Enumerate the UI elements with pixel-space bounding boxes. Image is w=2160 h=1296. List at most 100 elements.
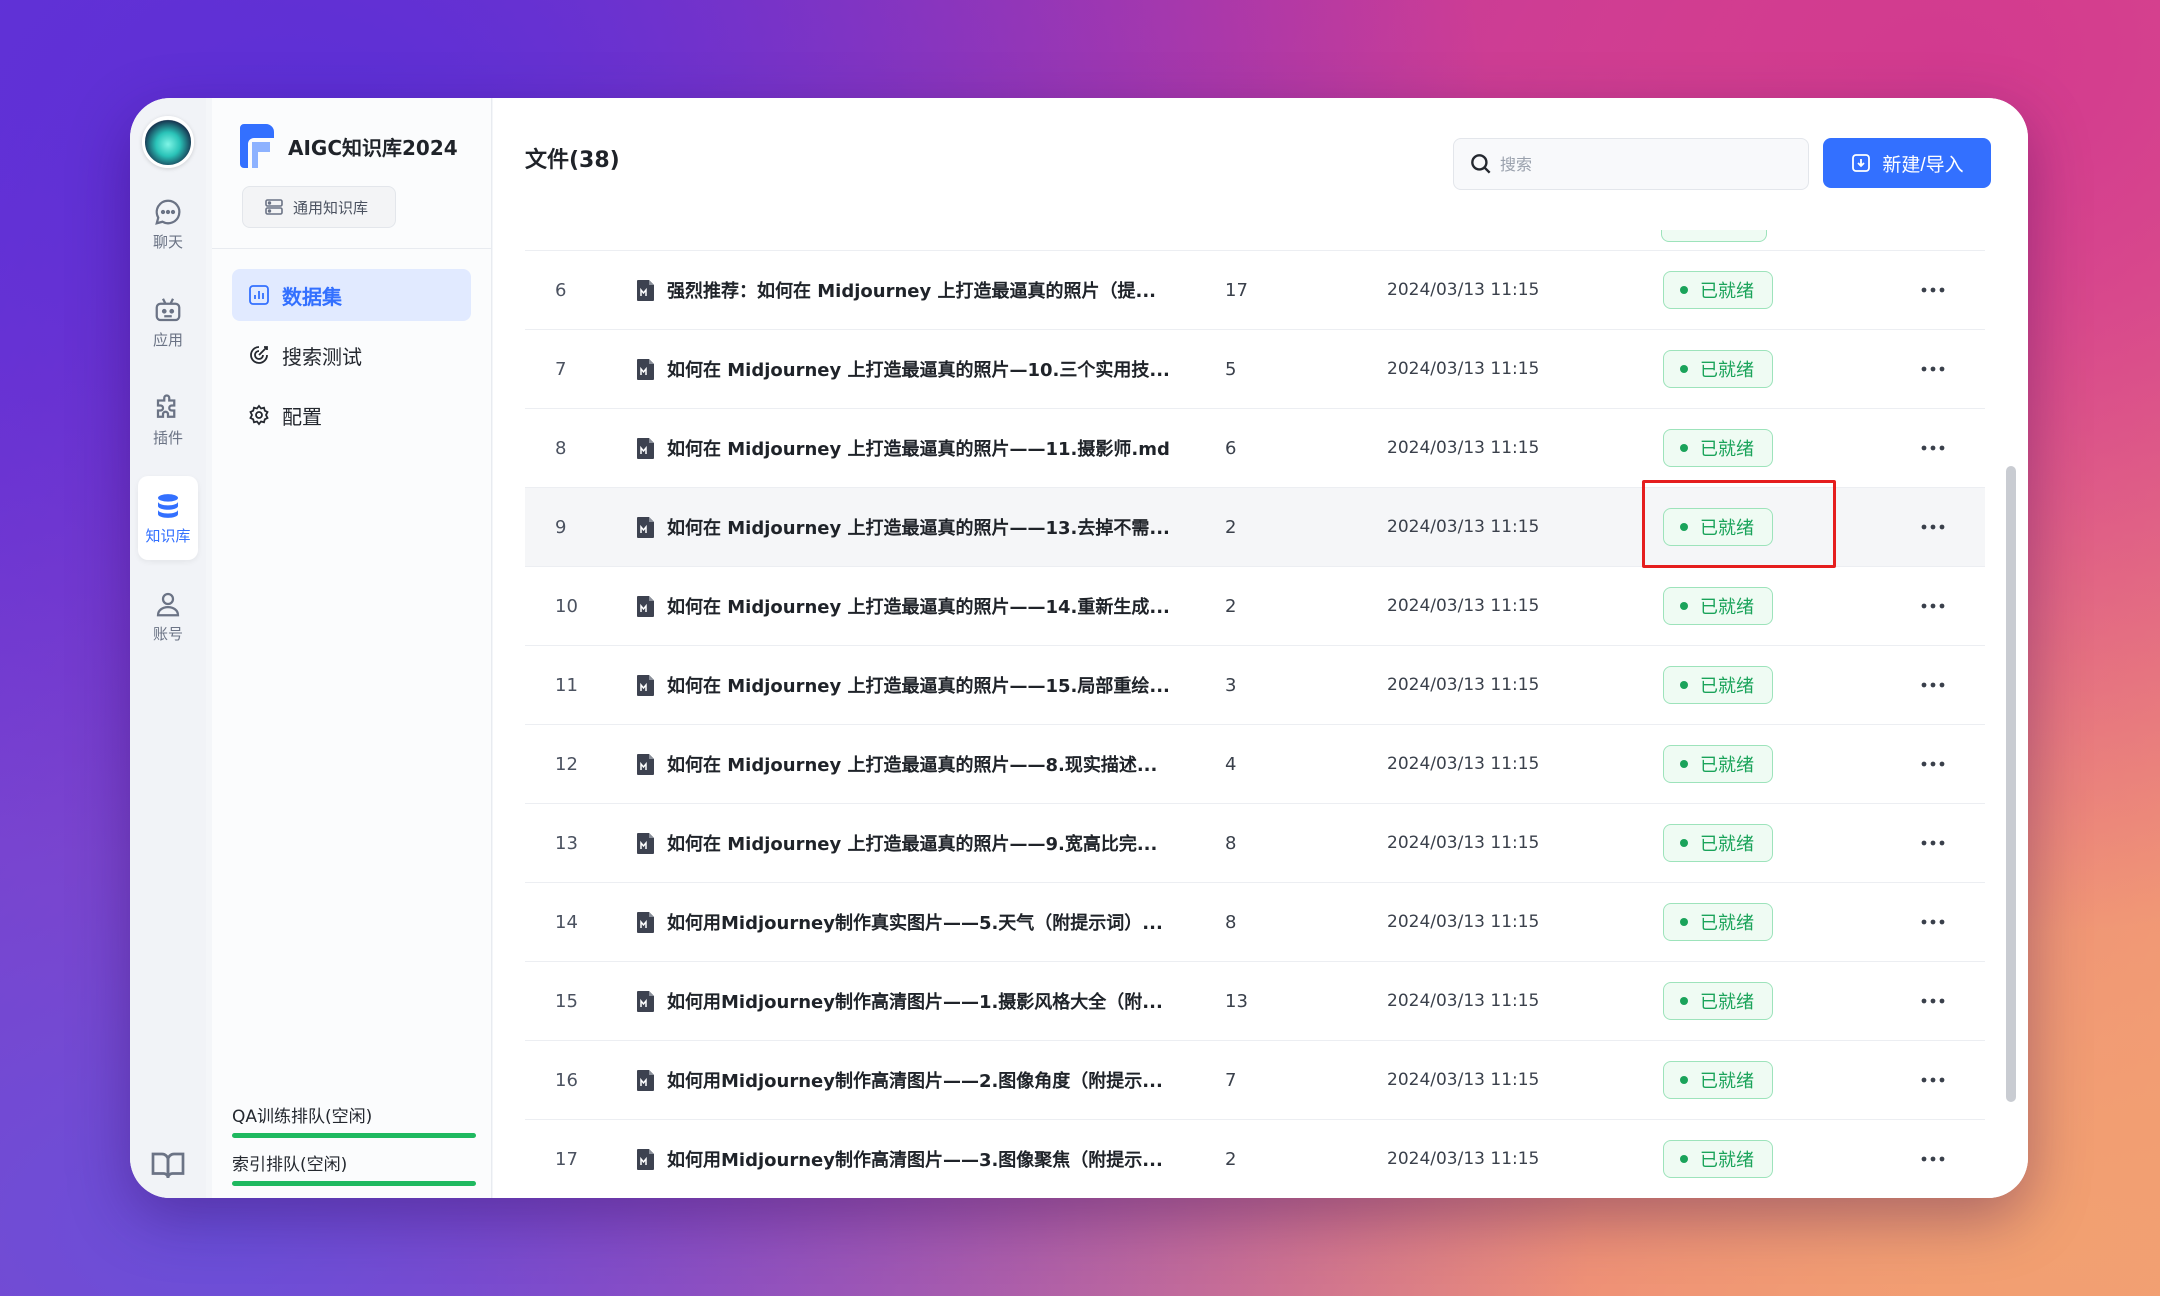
kb-header: AIGC知识库2024 xyxy=(212,98,491,170)
rail-item-plugins[interactable]: 插件 xyxy=(138,378,198,462)
file-name-cell[interactable]: 如何在 Midjourney 上打造最逼真的照片——9.宽高比完... xyxy=(635,830,1215,856)
more-actions-button[interactable] xyxy=(1903,445,1963,451)
file-name-cell[interactable]: 如何在 Midjourney 上打造最逼真的照片——15.局部重绘... xyxy=(635,672,1215,698)
rail-item-account[interactable]: 账号 xyxy=(138,574,198,658)
row-index: 8 xyxy=(555,437,567,459)
more-actions-button[interactable] xyxy=(1903,761,1963,767)
more-icon xyxy=(1921,1077,1945,1083)
search-input[interactable] xyxy=(1500,154,1780,174)
markdown-file-icon xyxy=(637,754,654,775)
more-actions-button[interactable] xyxy=(1903,682,1963,688)
new-import-button[interactable]: 新建/导入 xyxy=(1823,138,1991,188)
more-actions-button[interactable] xyxy=(1903,1156,1963,1162)
index-queue-status: 索引排队(空闲) xyxy=(232,1150,476,1186)
more-actions-button[interactable] xyxy=(1903,840,1963,846)
more-actions-button[interactable] xyxy=(1903,366,1963,372)
status-dot-icon xyxy=(1680,365,1688,373)
more-actions-button[interactable] xyxy=(1903,603,1963,609)
table-row[interactable]: 13 如何在 Midjourney 上打造最逼真的照片——9.宽高比完... 8… xyxy=(525,804,1985,883)
status-label: 已就绪 xyxy=(1700,360,1754,381)
file-name-cell[interactable]: 如何用Midjourney制作真实图片——5.天气（附提示词）... xyxy=(635,909,1215,935)
table-row[interactable]: 6 强烈推荐：如何在 Midjourney 上打造最逼真的照片（提... 17 … xyxy=(525,251,1985,330)
kb-type-tag[interactable]: 通用知识库 xyxy=(242,186,396,228)
upload-time: 2024/03/13 11:15 xyxy=(1387,280,1540,300)
markdown-file-icon xyxy=(637,991,654,1012)
qa-queue-status: QA训练排队(空闲) xyxy=(232,1102,476,1138)
status-cell: 已就绪 xyxy=(1663,271,1903,309)
status-label: 已就绪 xyxy=(1700,1150,1754,1171)
rail-item-label: 知识库 xyxy=(145,526,191,545)
user-avatar[interactable] xyxy=(142,116,194,168)
status-label: 已就绪 xyxy=(1700,992,1754,1013)
row-index: 9 xyxy=(555,516,567,538)
chunk-count: 13 xyxy=(1225,990,1248,1012)
nav-item-datasets[interactable]: 数据集 xyxy=(232,269,471,321)
upload-time: 2024/03/13 11:15 xyxy=(1387,1070,1540,1090)
status-dot-icon xyxy=(1680,444,1688,452)
upload-time: 2024/03/13 11:15 xyxy=(1387,754,1540,774)
status-dot-icon xyxy=(1680,997,1688,1005)
nav-item-search-test[interactable]: 搜索测试 xyxy=(232,329,471,381)
status-badge: 已就绪 xyxy=(1663,350,1773,388)
table-row[interactable]: 15 如何用Midjourney制作高清图片——1.摄影风格大全（附... 13… xyxy=(525,962,1985,1041)
status-badge: 已就绪 xyxy=(1663,429,1773,467)
rail-item-chat[interactable]: 聊天 xyxy=(138,182,198,266)
scrollbar-thumb[interactable] xyxy=(2006,466,2016,1102)
status-cell: 已就绪 xyxy=(1663,903,1903,941)
table-row[interactable]: 10 如何在 Midjourney 上打造最逼真的照片——14.重新生成... … xyxy=(525,567,1985,646)
status-cell: 已就绪 xyxy=(1663,1061,1903,1099)
table-row[interactable]: 11 如何在 Midjourney 上打造最逼真的照片——15.局部重绘... … xyxy=(525,646,1985,725)
rail-item-label: 聊天 xyxy=(152,232,183,251)
chunk-count: 8 xyxy=(1225,832,1237,854)
rail-item-knowledge[interactable]: 知识库 xyxy=(138,476,198,560)
more-actions-button[interactable] xyxy=(1903,1077,1963,1083)
chunk-count: 2 xyxy=(1225,516,1237,538)
file-name-cell[interactable]: 如何在 Midjourney 上打造最逼真的照片——11.摄影师.md xyxy=(635,435,1215,461)
upload-time: 2024/03/13 11:15 xyxy=(1387,438,1540,458)
file-name-cell[interactable]: 如何在 Midjourney 上打造最逼真的照片—10.三个实用技... xyxy=(635,356,1215,382)
file-name: 如何在 Midjourney 上打造最逼真的照片——9.宽高比完... xyxy=(667,834,1158,855)
chunk-count: 4 xyxy=(1225,753,1237,775)
more-actions-button[interactable] xyxy=(1903,287,1963,293)
new-import-label: 新建/导入 xyxy=(1882,154,1964,176)
markdown-file-icon xyxy=(637,359,654,380)
nav-item-config[interactable]: 配置 xyxy=(232,389,471,441)
rail-item-label: 插件 xyxy=(152,428,183,447)
more-actions-button[interactable] xyxy=(1903,998,1963,1004)
file-name-cell[interactable]: 强烈推荐：如何在 Midjourney 上打造最逼真的照片（提... xyxy=(635,277,1215,303)
markdown-file-icon xyxy=(637,517,654,538)
file-name-cell[interactable]: 如何在 Midjourney 上打造最逼真的照片——14.重新生成... xyxy=(635,593,1215,619)
table-row[interactable]: 16 如何用Midjourney制作高清图片——2.图像角度（附提示... 7 … xyxy=(525,1041,1985,1120)
search-box[interactable] xyxy=(1453,138,1809,190)
chunk-count: 7 xyxy=(1225,1069,1237,1091)
status-cell: 已就绪 xyxy=(1663,745,1903,783)
kb-nav: 数据集 搜索测试 配置 xyxy=(212,249,491,441)
file-name: 如何用Midjourney制作高清图片——2.图像角度（附提示... xyxy=(667,1071,1163,1092)
table-row[interactable]: 8 如何在 Midjourney 上打造最逼真的照片——11.摄影师.md 6 … xyxy=(525,409,1985,488)
search-icon xyxy=(1471,154,1491,174)
file-name-cell[interactable]: 如何在 Midjourney 上打造最逼真的照片——8.现实描述... xyxy=(635,751,1215,777)
status-cell: 已就绪 xyxy=(1663,508,1903,546)
index-queue-progress xyxy=(232,1181,476,1186)
more-actions-button[interactable] xyxy=(1903,524,1963,530)
markdown-file-icon xyxy=(637,912,654,933)
table-row[interactable]: 9 如何在 Midjourney 上打造最逼真的照片——13.去掉不需... 2… xyxy=(525,480,1985,568)
file-name-cell[interactable]: 如何用Midjourney制作高清图片——3.图像聚焦（附提示... xyxy=(635,1146,1215,1172)
chat-icon xyxy=(155,199,181,225)
file-name-cell[interactable]: 如何在 Midjourney 上打造最逼真的照片——13.去掉不需... xyxy=(635,514,1215,540)
table-row[interactable]: 7 如何在 Midjourney 上打造最逼真的照片—10.三个实用技... 5… xyxy=(525,330,1985,409)
file-name-cell[interactable]: 如何用Midjourney制作高清图片——1.摄影风格大全（附... xyxy=(635,988,1215,1014)
table-row[interactable]: 12 如何在 Midjourney 上打造最逼真的照片——8.现实描述... 4… xyxy=(525,725,1985,804)
robot-icon xyxy=(155,297,181,321)
book-icon[interactable] xyxy=(150,1150,186,1182)
upload-time: 2024/03/13 11:15 xyxy=(1387,359,1540,379)
file-name-cell[interactable]: 如何用Midjourney制作高清图片——2.图像角度（附提示... xyxy=(635,1067,1215,1093)
rail-item-apps[interactable]: 应用 xyxy=(138,280,198,364)
status-cell: 已就绪 xyxy=(1663,982,1903,1020)
more-actions-button[interactable] xyxy=(1903,919,1963,925)
table-row[interactable]: 17 如何用Midjourney制作高清图片——3.图像聚焦（附提示... 2 … xyxy=(525,1120,1985,1198)
status-cell: 已就绪 xyxy=(1663,587,1903,625)
qa-queue-progress xyxy=(232,1133,476,1138)
table-row[interactable]: 14 如何用Midjourney制作真实图片——5.天气（附提示词）... 8 … xyxy=(525,883,1985,962)
kb-type-label: 通用知识库 xyxy=(293,198,369,217)
